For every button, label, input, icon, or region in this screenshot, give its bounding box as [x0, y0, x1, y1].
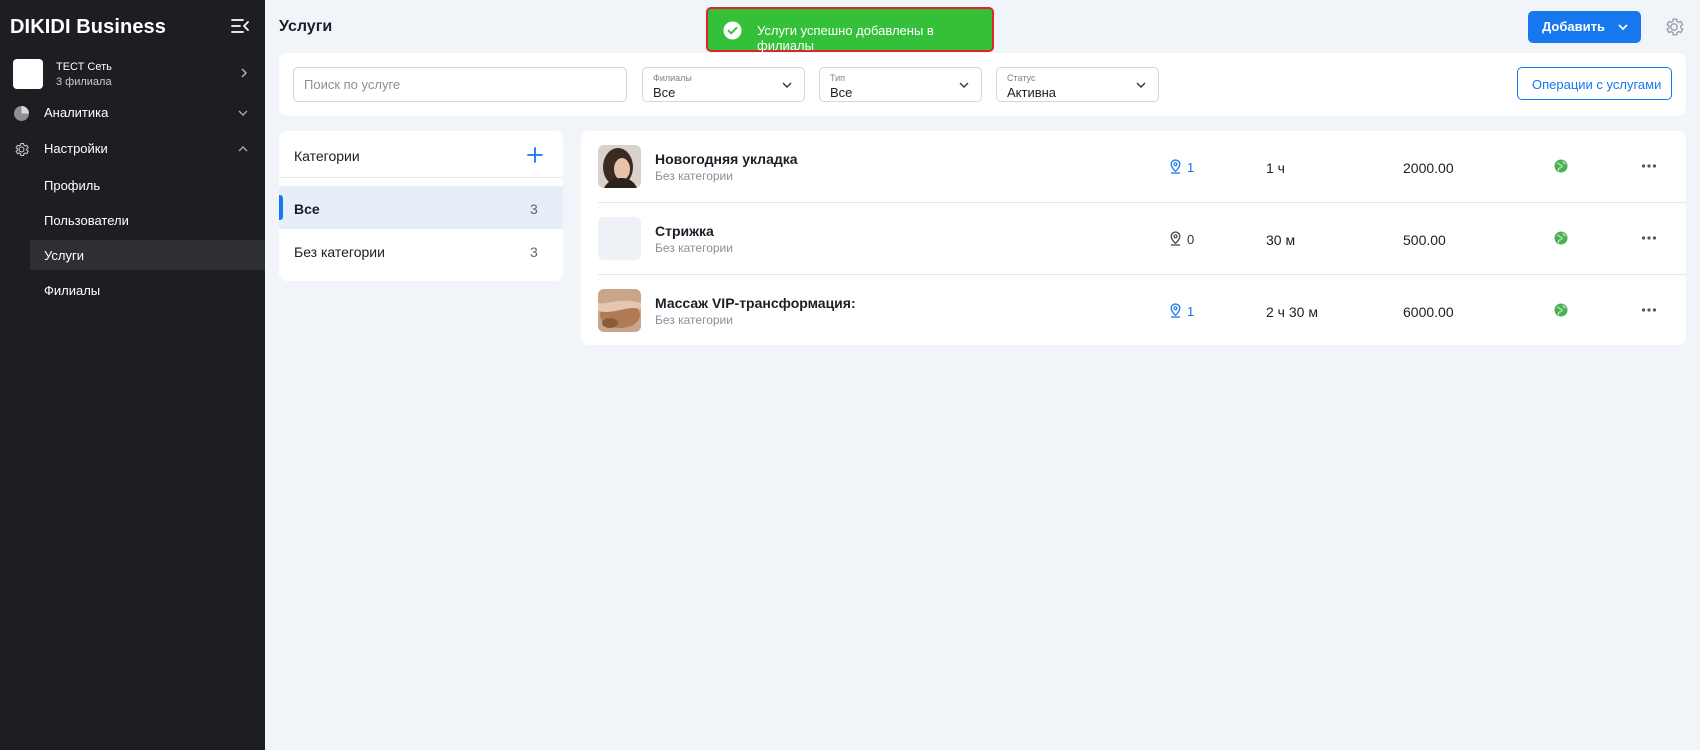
sidebar-item-label: Услуги [44, 248, 84, 263]
service-name: Массаж VIP-трансформация: [655, 295, 856, 311]
gear-icon [15, 142, 29, 157]
select-caption: Статус [1007, 73, 1036, 83]
service-price: 500.00 [1403, 232, 1446, 248]
collapse-sidebar-icon[interactable] [230, 17, 250, 35]
service-price: 6000.00 [1403, 304, 1454, 320]
sidebar-item-settings[interactable]: Настройки [10, 134, 255, 164]
service-duration: 30 м [1266, 232, 1296, 248]
more-options-icon[interactable] [1641, 159, 1657, 173]
more-options-icon[interactable] [1641, 231, 1657, 245]
categories-panel: Категории Все 3 Без категории 3 [279, 131, 563, 281]
category-count: 3 [530, 201, 538, 217]
location-pin-icon [1170, 231, 1181, 246]
select-value: Активна [1007, 85, 1057, 100]
categories-header: Категории [279, 131, 563, 178]
globe-icon [1554, 159, 1568, 173]
chevron-up-icon [238, 146, 248, 152]
add-category-plus-icon[interactable] [525, 145, 545, 165]
branches-select[interactable]: Филиалы Все [642, 67, 805, 102]
service-thumbnail [598, 289, 641, 332]
category-count: 3 [530, 244, 538, 260]
success-toast: Услуги успешно добавлены в филиалы [706, 7, 994, 53]
toast-message: Услуги успешно добавлены в филиалы [757, 23, 934, 53]
service-category: Без категории [655, 313, 733, 327]
woman-hair-photo-icon [598, 145, 641, 188]
org-name: ТЕСТ Сеть [56, 61, 112, 73]
globe-icon [1554, 303, 1568, 317]
service-row[interactable]: Стрижка Без категории 0 30 м 500.00 [581, 203, 1686, 275]
service-duration: 1 ч [1266, 160, 1285, 176]
service-price: 2000.00 [1403, 160, 1454, 176]
service-row[interactable]: Новогодняя укладка Без категории 1 1 ч 2… [581, 131, 1686, 203]
chevron-down-icon [782, 82, 792, 88]
service-branches-count: 1 [1187, 304, 1195, 319]
chevron-right-icon [241, 68, 247, 78]
massage-photo-icon [598, 289, 641, 332]
location-pin-icon [1170, 303, 1181, 318]
select-caption: Тип [830, 73, 846, 83]
sidebar-item-services[interactable]: Услуги [30, 240, 265, 270]
service-branches-count: 0 [1187, 232, 1195, 247]
sidebar-item-branches[interactable]: Филиалы [30, 275, 265, 305]
add-button[interactable]: Добавить [1528, 11, 1641, 43]
service-thumbnail [598, 217, 641, 260]
sidebar-item-users[interactable]: Пользователи [30, 205, 265, 235]
select-value: Все [830, 85, 853, 100]
select-value: Все [653, 85, 676, 100]
category-name: Без категории [294, 244, 385, 260]
categories-title: Категории [294, 148, 360, 164]
service-row[interactable]: Массаж VIP-трансформация: Без категории … [581, 275, 1686, 347]
select-caption: Филиалы [653, 73, 692, 83]
more-options-icon[interactable] [1641, 303, 1657, 317]
service-name: Стрижка [655, 223, 714, 239]
location-pin-icon [1170, 159, 1181, 174]
chevron-down-icon [238, 110, 248, 116]
filter-bar: Филиалы Все Тип Все Статус Активна Опера… [279, 53, 1686, 116]
service-duration: 2 ч 30 м [1266, 304, 1318, 320]
org-avatar [13, 59, 43, 89]
category-name: Все [294, 201, 320, 217]
add-button-label: Добавить [1542, 19, 1605, 34]
chevron-down-icon [1136, 82, 1146, 88]
category-item-all[interactable]: Все 3 [279, 186, 563, 229]
search-input[interactable] [293, 67, 627, 102]
chevron-down-icon [959, 82, 969, 88]
service-category: Без категории [655, 241, 733, 255]
service-operations-label: Операции с услугами [1532, 77, 1662, 92]
service-name: Новогодняя укладка [655, 151, 798, 167]
sidebar: DIKIDI Business ТЕСТ Сеть 3 филиала Анал… [0, 0, 265, 750]
globe-icon [1554, 231, 1568, 245]
chevron-down-icon [1618, 24, 1628, 31]
service-category: Без категории [655, 169, 733, 183]
sidebar-item-label: Профиль [44, 178, 101, 193]
sidebar-item-analytics[interactable]: Аналитика [10, 98, 255, 128]
category-item-uncategorized[interactable]: Без категории 3 [279, 229, 563, 272]
service-branches-count: 1 [1187, 160, 1195, 175]
status-select[interactable]: Статус Активна [996, 67, 1159, 102]
pie-chart-icon [14, 106, 29, 121]
services-list: Новогодняя укладка Без категории 1 1 ч 2… [581, 131, 1686, 345]
sidebar-item-label: Пользователи [44, 213, 129, 228]
brand-logo: DIKIDI Business [10, 16, 166, 38]
settings-gear-icon[interactable] [1663, 16, 1685, 38]
organization-switcher[interactable]: ТЕСТ Сеть 3 филиала [13, 58, 258, 90]
sidebar-item-label: Настройки [44, 141, 108, 156]
sidebar-item-label: Филиалы [44, 283, 101, 298]
page-title: Услуги [279, 18, 333, 35]
org-subtitle: 3 филиала [56, 76, 112, 88]
sidebar-item-label: Аналитика [44, 105, 109, 120]
service-thumbnail [598, 145, 641, 188]
type-select[interactable]: Тип Все [819, 67, 982, 102]
service-operations-button[interactable]: Операции с услугами [1517, 67, 1672, 100]
check-circle-icon [723, 21, 742, 40]
sidebar-item-profile[interactable]: Профиль [30, 170, 265, 200]
